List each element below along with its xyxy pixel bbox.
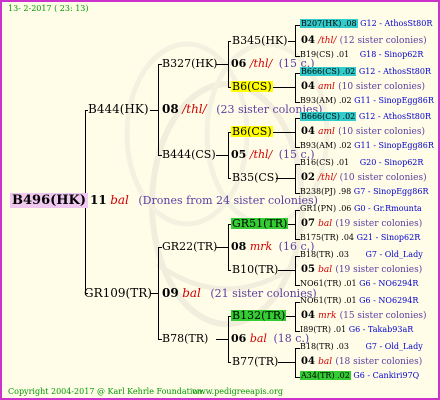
gen2-drones: 06 bal (18 c.) bbox=[231, 332, 310, 345]
queen-gen3[interactable]: B6(CS) bbox=[231, 81, 273, 92]
gen3-drones: 04 mrk (15 sister colonies) bbox=[301, 310, 427, 321]
gen1-bottom-drones: 09 bal (21 sister colonies) bbox=[162, 286, 317, 300]
gen3-drones: 04 bal (18 sister colonies) bbox=[301, 356, 423, 367]
gen4-entry[interactable]: B666(CS) .02 G12 - AthosSt80R bbox=[300, 67, 431, 76]
gen3-drones: 02 /thl/ (10 sister colonies) bbox=[301, 172, 427, 183]
gen4-entry[interactable]: B175(TR) .04 G21 - Sinop62R bbox=[300, 234, 420, 242]
root-drones-note: (Drones from 24 sister colonies) bbox=[138, 194, 318, 207]
gen4-entry[interactable]: B16(CS) .01 G20 - Sinop62R bbox=[300, 159, 423, 167]
gen4-entry[interactable]: B207(HK) .08 G12 - AthosSt80R bbox=[300, 19, 432, 28]
queen-gen2[interactable]: GR22(TR) bbox=[162, 241, 217, 252]
connector bbox=[228, 41, 231, 42]
queen-gen3[interactable]: B132(TR) bbox=[231, 310, 287, 321]
gen4-entry[interactable]: NO61(TR) .01 G6 - NO6294R bbox=[300, 280, 418, 288]
root-drones-group: bal bbox=[110, 193, 129, 207]
connector bbox=[276, 178, 296, 179]
copyright: Copyright 2004-2017 @ Karl Kehrle Founda… bbox=[8, 387, 205, 396]
connector bbox=[295, 256, 296, 286]
gen4-entry[interactable]: B666(CS) .02 G12 - AthosSt80R bbox=[300, 112, 431, 121]
connector bbox=[278, 270, 296, 271]
connector bbox=[228, 41, 229, 88]
website-link[interactable]: www.pedigreeapis.org bbox=[192, 388, 283, 396]
gen3-drones: 04 aml (10 sister colonies) bbox=[301, 81, 426, 92]
gen4-entry[interactable]: B93(AM) .02 G11 - SinopEgg86R bbox=[300, 142, 434, 150]
gen4-entry[interactable]: NO61(TR) .01 G6 - NO6294R bbox=[300, 297, 418, 305]
connector bbox=[270, 132, 296, 133]
gen4-entry[interactable]: A34(TR) .02 G6 - Cankiri97Q bbox=[300, 371, 419, 380]
gen3-drones: 04 /thl/ (12 sister colonies) bbox=[301, 35, 427, 46]
queen-gen3[interactable]: B77(TR) bbox=[232, 356, 278, 367]
connector bbox=[228, 132, 229, 179]
gen4-entry[interactable]: B93(AM) .02 G11 - SinopEgg86R bbox=[300, 97, 434, 105]
queen-gen3[interactable]: B10(TR) bbox=[232, 264, 278, 275]
gen3-drones: 05 bal (19 sister colonies) bbox=[301, 264, 423, 275]
gen4-entry[interactable]: B238(PJ) .98 G7 - SinopEgg86R bbox=[300, 188, 428, 196]
queen-gen2[interactable]: B444(CS) bbox=[162, 149, 216, 160]
connector bbox=[228, 270, 231, 271]
queen-gen3[interactable]: B345(HK) bbox=[232, 35, 287, 46]
connector bbox=[295, 118, 296, 148]
queen-root[interactable]: B496(HK) bbox=[10, 193, 89, 208]
connector bbox=[158, 64, 159, 156]
connector bbox=[228, 316, 229, 363]
gen3-drones: 04 aml (10 sister colonies) bbox=[301, 126, 426, 137]
queen-gen2[interactable]: B78(TR) bbox=[162, 333, 208, 344]
gen4-entry[interactable]: I89(TR) .01 G6 - Takab93aR bbox=[300, 326, 413, 334]
queen-gen2[interactable]: B327(HK) bbox=[162, 58, 217, 69]
queen-gen3[interactable]: GR51(TR) bbox=[231, 218, 289, 229]
connector bbox=[158, 247, 159, 339]
gen4-entry[interactable]: B19(CS) .01 G18 - Sinop62R bbox=[300, 51, 423, 59]
connector bbox=[278, 362, 296, 363]
connector bbox=[228, 224, 229, 271]
gen4-entry[interactable]: B18(TR) .03 G7 - Old_Lady bbox=[300, 343, 423, 351]
connector bbox=[295, 73, 296, 103]
connector bbox=[228, 178, 231, 179]
queen-gen3[interactable]: B6(CS) bbox=[231, 126, 273, 137]
connector bbox=[295, 348, 296, 378]
connector bbox=[270, 87, 296, 88]
connector bbox=[295, 302, 296, 332]
gen1-top-drones: 08 /thl/ (23 sister colonies) bbox=[162, 102, 323, 116]
root-drones-number: 11 bbox=[90, 193, 107, 207]
connector bbox=[295, 164, 296, 194]
gen3-drones: 07 bal (19 sister colonies) bbox=[301, 218, 423, 229]
pedigree-frame: 13- 2-2017 ( 23: 13) Copyright 2004-2017… bbox=[0, 0, 440, 400]
queen-gen1-bottom[interactable]: GR109(TR) bbox=[84, 287, 152, 299]
queen-gen1-top[interactable]: B444(HK) bbox=[88, 103, 149, 115]
gen4-entry[interactable]: B18(TR) .03 G7 - Old_Lady bbox=[300, 251, 423, 259]
queen-root-label: B496(HK) bbox=[12, 193, 87, 208]
root-drones: 11 bal (Drones from 24 sister colonies) bbox=[90, 194, 318, 206]
queen-gen3[interactable]: B35(CS) bbox=[232, 172, 279, 183]
connector bbox=[295, 25, 296, 57]
gen4-entry[interactable]: GR1(PN) .06 G0 - Gr.Rmounta bbox=[300, 205, 422, 213]
connector bbox=[295, 210, 296, 240]
connector bbox=[228, 362, 231, 363]
date-stamp: 13- 2-2017 ( 23: 13) bbox=[8, 4, 89, 13]
